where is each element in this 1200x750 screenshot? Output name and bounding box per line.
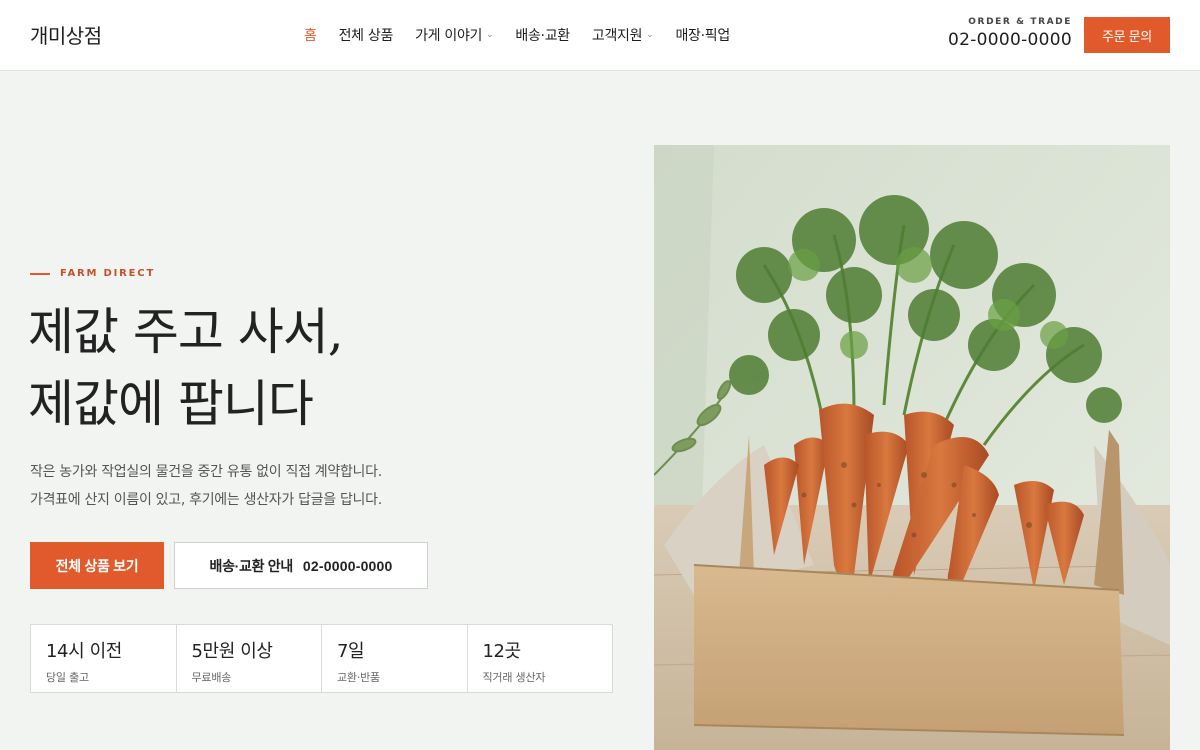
stat-value: 14시 이전 — [46, 641, 122, 662]
nav-item-label: 배송·교환 — [515, 28, 570, 44]
stat-same-day-shipping: 14시 이전 당일 출고 — [31, 625, 177, 692]
eyebrow: FARM DIRECT — [30, 268, 155, 279]
stat-value: 7일 — [337, 641, 365, 662]
contact-label: ORDER & TRADE — [968, 17, 1072, 27]
nav-item-label: 전체 상품 — [338, 28, 394, 44]
nav-item-store-story[interactable]: 가게 이야기 ⌄ — [415, 25, 494, 45]
stats-bar: 14시 이전 당일 출고 5만원 이상 무료배송 7일 교환·반품 12곳 직거… — [30, 624, 613, 693]
headline-line-2: 제값에 팝니다 — [28, 375, 314, 433]
site-logo[interactable]: 개미상점 — [30, 20, 102, 49]
nav-item-customer-support[interactable]: 고객지원 ⌄ — [592, 25, 654, 45]
nav-item-home[interactable]: 홈 — [304, 25, 317, 45]
shipping-info-label: 배송·교환 안내 — [209, 557, 293, 574]
view-all-products-button[interactable]: 전체 상품 보기 — [30, 542, 164, 589]
stat-direct-producers: 12곳 직거래 생산자 — [468, 625, 613, 692]
hero-image-carrots — [654, 145, 1170, 750]
eyebrow-text: FARM DIRECT — [60, 268, 156, 279]
chevron-down-icon: ⌄ — [486, 30, 494, 40]
nav-item-shipping-exchange[interactable]: 배송·교환 — [515, 25, 570, 45]
stat-exchange-return: 7일 교환·반품 — [322, 625, 468, 692]
hero-headline: 제값 주고 사서, 제값에 팝니다 — [28, 296, 588, 440]
stat-label: 교환·반품 — [337, 671, 380, 684]
headline-line-1: 제값 주고 사서, — [28, 303, 344, 361]
contact-block: ORDER & TRADE 02-0000-0000 — [944, 17, 1072, 50]
contact-phone[interactable]: 02-0000-0000 — [944, 30, 1072, 50]
stat-label: 직거래 생산자 — [482, 671, 546, 684]
main-nav: 홈 전체 상품 가게 이야기 ⌄ 배송·교환 고객지원 ⌄ 매장·픽업 — [304, 24, 752, 46]
nav-item-all-products[interactable]: 전체 상품 — [338, 25, 394, 45]
nav-item-label: 가게 이야기 — [415, 28, 483, 44]
nav-item-label: 고객지원 — [591, 28, 643, 44]
nav-item-label: 매장·픽업 — [675, 28, 730, 44]
stat-label: 당일 출고 — [46, 671, 89, 684]
stat-value: 5만원 이상 — [191, 641, 273, 662]
shipping-exchange-info-button[interactable]: 배송·교환 안내 02-0000-0000 — [174, 542, 428, 589]
nav-item-label: 홈 — [304, 28, 317, 44]
nav-item-store-pickup[interactable]: 매장·픽업 — [675, 25, 730, 45]
stat-label: 무료배송 — [191, 671, 232, 684]
shipping-info-phone: 02-0000-0000 — [302, 557, 393, 574]
chevron-down-icon: ⌄ — [646, 30, 654, 40]
stat-value: 12곳 — [482, 641, 522, 662]
site-header: 개미상점 홈 전체 상품 가게 이야기 ⌄ 배송·교환 고객지원 ⌄ 매장·픽업… — [0, 0, 1200, 71]
order-inquiry-button[interactable]: 주문 문의 — [1084, 17, 1170, 53]
description-line-1: 작은 농가와 작업실의 물건을 중간 유통 없이 직접 계약합니다. — [30, 464, 382, 480]
description-line-2: 가격표에 산지 이름이 있고, 후기에는 생산자가 답글을 답니다. — [30, 492, 382, 508]
eyebrow-line — [30, 272, 50, 275]
stat-free-shipping: 5만원 이상 무료배송 — [177, 625, 322, 692]
hero-description: 작은 농가와 작업실의 물건을 중간 유통 없이 직접 계약합니다. 가격표에 … — [30, 458, 590, 514]
